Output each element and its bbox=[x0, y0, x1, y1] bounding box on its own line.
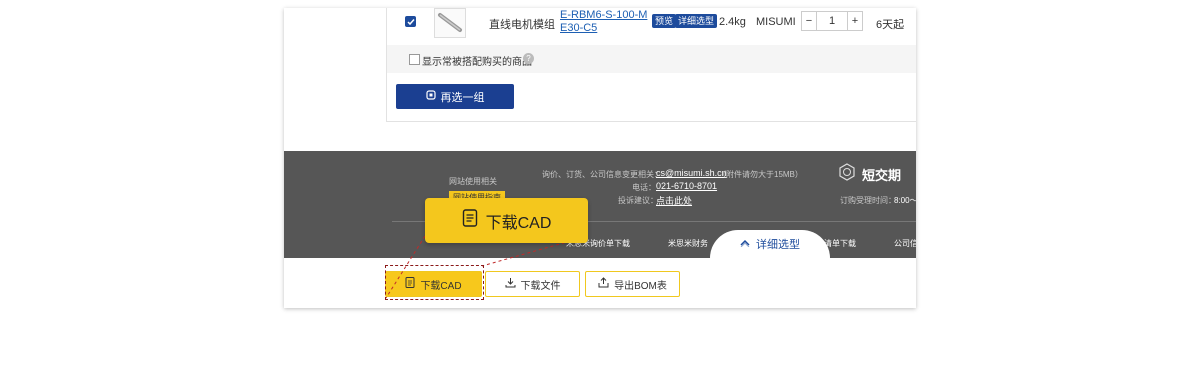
download-cad-highlight-frame bbox=[385, 265, 484, 300]
zoom-callout-label: 下载CAD bbox=[485, 214, 552, 232]
callout-connector-lines bbox=[385, 235, 589, 299]
cad-file-icon bbox=[462, 209, 478, 232]
download-cad-zoom-callout[interactable]: 下载CAD bbox=[425, 198, 588, 243]
